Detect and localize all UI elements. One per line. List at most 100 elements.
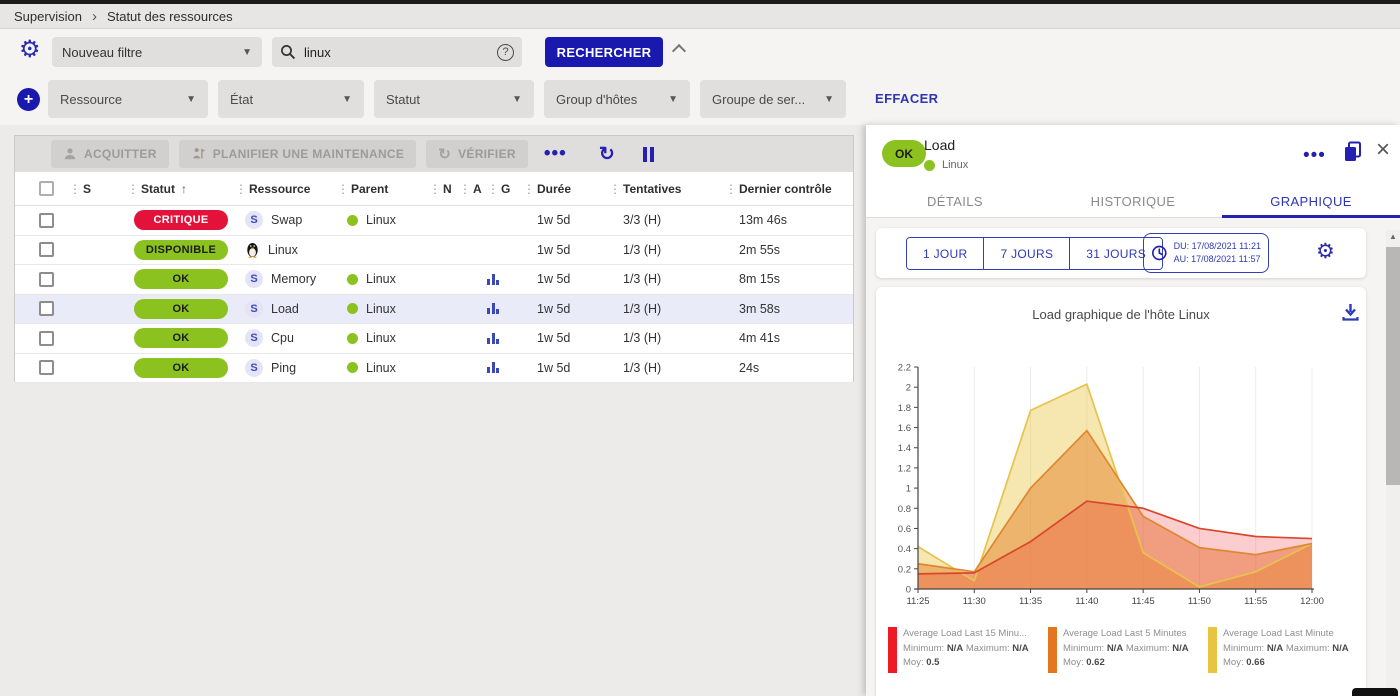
svg-text:12:00: 12:00: [1300, 596, 1324, 607]
parent-name: Linux: [366, 302, 396, 316]
status-badge: CRITIQUE: [134, 210, 228, 230]
graph-icon[interactable]: [487, 362, 523, 373]
downtime-button[interactable]: PLANIFIER UNE MAINTENANCE: [179, 140, 417, 168]
filter-settings-gear-icon[interactable]: ⚙: [19, 38, 41, 62]
more-actions-icon[interactable]: •••: [544, 143, 567, 165]
column-header-status[interactable]: ⋮Statut↑: [127, 182, 235, 196]
panel-title: Load: [924, 137, 955, 153]
graph-settings-gear-icon[interactable]: ⚙: [1316, 241, 1335, 262]
table-header: ⋮S ⋮Statut↑ ⋮Ressource ⋮Parent ⋮N ⋮A ⋮G …: [15, 172, 853, 206]
breadcrumb-item-resources-status[interactable]: Statut des ressources: [107, 9, 233, 24]
column-header-lastcheck[interactable]: ⋮Dernier contrôle: [725, 182, 853, 196]
filter-chip-hostgroups[interactable]: Group d'hôtes▼: [544, 80, 690, 118]
tries-cell: 1/3 (H): [609, 331, 725, 345]
column-header-a[interactable]: ⋮A: [459, 182, 487, 196]
row-checkbox[interactable]: [39, 272, 54, 287]
search-input[interactable]: [304, 45, 474, 60]
host-status-dot-icon: [347, 274, 358, 285]
collapse-filters-chevron-icon[interactable]: [672, 44, 686, 58]
svg-text:0.8: 0.8: [898, 504, 911, 515]
close-panel-icon[interactable]: ×: [1376, 136, 1390, 164]
status-badge: DISPONIBLE: [134, 240, 228, 260]
resource-name: Swap: [271, 213, 302, 227]
column-header-tries[interactable]: ⋮Tentatives: [609, 182, 725, 196]
search-help-icon[interactable]: ?: [497, 44, 514, 61]
table-row-cpu[interactable]: OK SCpu Linux 1w 5d 1/3 (H) 4m 41s: [15, 324, 853, 354]
row-checkbox[interactable]: [39, 242, 54, 257]
resource-name: Load: [271, 302, 299, 316]
row-checkbox[interactable]: [39, 360, 54, 375]
range-7-days-button[interactable]: 7 JOURS: [984, 238, 1070, 269]
filter-chip-status[interactable]: Statut▼: [374, 80, 534, 118]
panel-more-actions-icon[interactable]: •••: [1303, 145, 1326, 167]
parent-name: Linux: [366, 331, 396, 345]
service-type-icon: S: [245, 300, 263, 318]
lastcheck-cell: 13m 46s: [725, 213, 853, 227]
duration-cell: 1w 5d: [523, 243, 609, 257]
time-range-card: 1 JOUR 7 JOURS 31 JOURS DU: 17/08/2021 1…: [876, 228, 1366, 278]
tab-details[interactable]: DÉTAILS: [866, 186, 1044, 217]
row-checkbox[interactable]: [39, 331, 54, 346]
active-tab-underline: [1222, 215, 1400, 218]
tab-history[interactable]: HISTORIQUE: [1044, 186, 1222, 217]
export-download-icon[interactable]: [1342, 303, 1359, 321]
filter-chip-servicegroups[interactable]: Groupe de ser...▼: [700, 80, 846, 118]
graph-icon[interactable]: [487, 274, 523, 285]
check-button[interactable]: ↻ VÉRIFIER: [426, 140, 528, 168]
legend-item-load5[interactable]: Average Load Last 5 Minutes Minimum: N/A…: [1048, 627, 1199, 673]
table-row-ping[interactable]: OK SPing Linux 1w 5d 1/3 (H) 24s: [15, 354, 853, 384]
search-box[interactable]: ?: [272, 37, 522, 67]
sync-icon: ↻: [438, 145, 451, 163]
tries-cell: 1/3 (H): [609, 243, 725, 257]
table-row-linux-host[interactable]: DISPONIBLE Linux 1w 5d 1/3 (H) 2m 55s: [15, 236, 853, 266]
tab-graph[interactable]: GRAPHIQUE: [1222, 186, 1400, 217]
range-1-day-button[interactable]: 1 JOUR: [907, 238, 984, 269]
lastcheck-cell: 2m 55s: [725, 243, 853, 257]
column-header-n[interactable]: ⋮N: [429, 182, 459, 196]
tries-cell: 1/3 (H): [609, 302, 725, 316]
legend-item-load1[interactable]: Average Load Last Minute Minimum: N/A Ma…: [1208, 627, 1359, 673]
filter-chip-resource[interactable]: Ressource▼: [48, 80, 208, 118]
svg-text:11:45: 11:45: [1132, 596, 1155, 607]
svg-text:11:25: 11:25: [906, 596, 929, 607]
column-header-duration[interactable]: ⋮Durée: [523, 182, 609, 196]
column-header-g[interactable]: ⋮G: [487, 182, 523, 196]
lastcheck-cell: 24s: [725, 361, 853, 375]
svg-text:1.8: 1.8: [898, 403, 911, 414]
copy-link-icon[interactable]: [1343, 141, 1363, 163]
svg-text:11:40: 11:40: [1075, 596, 1098, 607]
browser-artifact: [1352, 688, 1398, 696]
column-header-severity[interactable]: ⋮S: [69, 182, 127, 196]
column-header-resource[interactable]: ⋮Ressource: [235, 182, 337, 196]
table-row-load[interactable]: OK SLoad Linux 1w 5d 1/3 (H) 3m 58s: [15, 295, 853, 325]
refresh-icon[interactable]: ↻: [599, 143, 615, 166]
acknowledge-button[interactable]: ACQUITTER: [51, 140, 169, 168]
filter-chip-state[interactable]: État▼: [218, 80, 364, 118]
breadcrumb-item-supervision[interactable]: Supervision: [14, 9, 82, 24]
graph-icon[interactable]: [487, 333, 523, 344]
search-button[interactable]: RECHERCHER: [545, 37, 663, 67]
row-checkbox[interactable]: [39, 301, 54, 316]
pause-icon[interactable]: [643, 147, 654, 162]
panel-status-badge: OK: [882, 140, 926, 167]
scrollbar-up-arrow-icon[interactable]: ▲: [1389, 232, 1397, 241]
table-row-memory[interactable]: OK SMemory Linux 1w 5d 1/3 (H) 8m 15s: [15, 265, 853, 295]
custom-period-button[interactable]: DU: 17/08/2021 11:21 AU: 17/08/2021 11:5…: [1143, 233, 1269, 273]
legend-item-load15[interactable]: Average Load Last 15 Minu... Minimum: N/…: [888, 627, 1039, 673]
select-all-checkbox[interactable]: [39, 181, 54, 196]
resource-name: Memory: [271, 272, 316, 286]
clear-filters-button[interactable]: EFFACER: [875, 91, 938, 106]
panel-scrollbar-thumb[interactable]: [1386, 247, 1400, 485]
svg-text:11:50: 11:50: [1188, 596, 1211, 607]
column-header-parent[interactable]: ⋮Parent: [337, 182, 429, 196]
service-type-icon: S: [245, 329, 263, 347]
table-row-swap[interactable]: CRITIQUE SSwap Linux 1w 5d 3/3 (H) 13m 4…: [15, 206, 853, 236]
add-criteria-icon[interactable]: +: [17, 88, 40, 111]
panel-header: OK Load Linux ••• ×: [866, 125, 1400, 186]
row-checkbox[interactable]: [39, 213, 54, 228]
graph-icon[interactable]: [487, 303, 523, 314]
saved-filter-select[interactable]: Nouveau filtre ▼: [52, 37, 262, 67]
service-type-icon: S: [245, 211, 263, 229]
graph-title: Load graphique de l'hôte Linux: [876, 307, 1366, 322]
svg-text:1.4: 1.4: [898, 443, 911, 454]
